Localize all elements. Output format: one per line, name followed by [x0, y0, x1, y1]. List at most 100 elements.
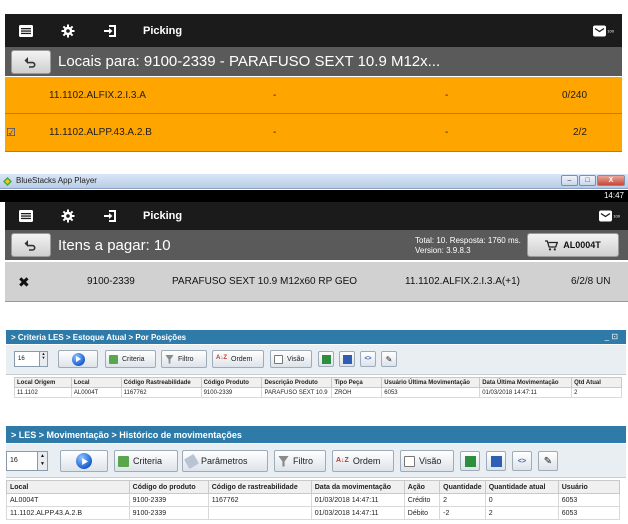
picking-app-topbar: Picking 100 [5, 14, 622, 47]
col-local-origem[interactable]: Local Origem [14, 377, 72, 388]
filter-button[interactable]: Filtro [274, 450, 326, 472]
cell: -2 [439, 506, 486, 520]
sort-az-icon: A↓Z [336, 456, 349, 464]
item-local: 11.1102.ALFIX.2.I.3.A(+1) [405, 276, 520, 287]
window-title: BlueStacks App Player [16, 176, 97, 185]
clock: 14:47 [603, 191, 624, 200]
col-quantidade-atual[interactable]: Quantidade atual [484, 480, 559, 494]
parameters-icon [183, 453, 200, 469]
col-codigo-produto[interactable]: Código Produto [200, 377, 263, 388]
notification-icon[interactable]: 100 [599, 210, 620, 222]
app-title: Picking [143, 24, 183, 37]
cell: 6053 [381, 387, 481, 398]
summary-info: Total: 10. Resposta: 1760 ms. Version: 3… [415, 236, 521, 256]
play-icon [76, 453, 92, 469]
tools-icon[interactable]: ✎ [381, 351, 397, 367]
page-title: Locais para: 9100-2339 - PARAFUSO SEXT 1… [58, 53, 441, 70]
item-row[interactable]: ✖ 9100-2339 PARAFUSO SEXT 10.9 M12x60 RP… [5, 262, 628, 302]
cell: 2 [484, 506, 559, 520]
table-row[interactable]: 11.1102 AL0004T 1167762 9100-2339 PARAFU… [14, 387, 622, 398]
col-usuario[interactable]: Usuário [557, 480, 621, 494]
bluestacks-titlebar[interactable]: BlueStacks App Player – □ X [0, 174, 628, 189]
table-row[interactable]: AL0004T 9100-2339 1167762 01/03/2018 14:… [6, 493, 621, 507]
location-row[interactable]: ☑ 11.1102.ALPP.43.A.2.B - - 2/2 [5, 114, 622, 152]
filter-button[interactable]: Filtro [161, 350, 207, 368]
cell: 9100-2339 [200, 387, 263, 398]
col-codigo-rastreabilidade[interactable]: Código de rastreabilidade [207, 480, 312, 494]
stepper-arrows[interactable]: ▲ ▼ [39, 352, 47, 366]
cell: 2 [571, 387, 622, 398]
row-col2: - [273, 89, 277, 101]
row-col3: - [445, 127, 449, 138]
col-data-movimentacao[interactable]: Data da movimentação [310, 480, 405, 494]
location-row[interactable]: 11.1102.ALFIX.2.I.3.A - - 0/240 [5, 77, 622, 114]
code-icon[interactable]: <> [360, 351, 376, 367]
criteria-button[interactable]: Criteria [114, 450, 178, 472]
item-qty: 6/2/8 UN [571, 276, 611, 287]
close-button[interactable]: X [597, 175, 625, 186]
cart-button[interactable]: AL0004T [527, 233, 619, 257]
menu-list-icon[interactable] [9, 14, 43, 47]
order-button[interactable]: A↓Z Ordem [212, 350, 264, 368]
col-local[interactable]: Local [6, 480, 130, 494]
maximize-button[interactable]: □ [579, 175, 596, 186]
col-acao[interactable]: Ação [403, 480, 441, 494]
save-icon[interactable] [486, 451, 506, 471]
notification-icon[interactable]: 100 [593, 25, 614, 36]
undo-arrow-icon [24, 240, 36, 251]
col-local[interactable]: Local [70, 377, 122, 388]
view-button[interactable]: Visão [270, 350, 312, 368]
cart-icon [545, 239, 559, 250]
row-col3: - [445, 89, 449, 101]
cell: 01/03/2018 14:47:11 [479, 387, 573, 398]
back-button[interactable] [11, 49, 51, 74]
gear-icon[interactable] [51, 202, 85, 230]
col-tipo-peca[interactable]: Tipo Peça [331, 377, 383, 388]
page-size-stepper[interactable]: 16 ▲ ▼ [14, 351, 48, 367]
row-col2: - [273, 127, 277, 138]
order-button[interactable]: A↓Z Ordem [332, 450, 394, 472]
tools-icon[interactable]: ✎ [538, 451, 558, 471]
col-usuario-ultima[interactable]: Usuário Última Movimentação [381, 377, 481, 388]
item-desc: PARAFUSO SEXT 10.9 M12x60 RP GEO [172, 276, 358, 287]
execute-button[interactable] [60, 450, 108, 472]
window-controls[interactable]: _ ⊡ [605, 332, 618, 341]
criteria-button[interactable]: Criteria [105, 350, 156, 368]
export-excel-icon[interactable] [318, 351, 334, 367]
col-qtd-atual[interactable]: Qtd Atual [571, 377, 622, 388]
export-excel-icon[interactable] [460, 451, 480, 471]
save-icon[interactable] [339, 351, 355, 367]
remove-icon[interactable]: ✖ [18, 274, 30, 291]
col-data-ultima[interactable]: Data Última Movimentação [479, 377, 573, 388]
parameters-button[interactable]: Parâmetros [182, 450, 268, 472]
bluestacks-logo-icon [3, 177, 12, 186]
cell: 9100-2339 [128, 493, 209, 507]
view-button[interactable]: Visão [400, 450, 454, 472]
col-codigo-produto[interactable]: Código do produto [128, 480, 209, 494]
page-title: Itens a pagar: 10 [58, 236, 171, 254]
minimize-button[interactable]: – [561, 175, 578, 186]
stepper-arrows[interactable]: ▲ ▼ [37, 452, 47, 470]
cell: PARAFUSO SEXT 10.9 [261, 387, 333, 398]
login-icon[interactable] [93, 14, 127, 47]
menu-list-icon[interactable] [9, 202, 43, 230]
breadcrumb-text: > Criteria LES > Estoque Atual > Por Pos… [11, 332, 187, 342]
cell: Crédito [403, 493, 441, 507]
code-icon[interactable]: <> [512, 451, 532, 471]
back-button[interactable] [11, 233, 51, 257]
grid-header-row: Local Origem Local Código Rastreabilidad… [14, 377, 622, 388]
gear-icon[interactable] [51, 14, 85, 47]
col-quantidade[interactable]: Quantidade [439, 480, 486, 494]
row-check[interactable]: ☑ [6, 126, 16, 139]
col-codigo-rastreabilidade[interactable]: Código Rastreabilidade [120, 377, 202, 388]
sort-az-icon: A↓Z [216, 354, 227, 361]
page-size-stepper[interactable]: 16 ▲ ▼ [6, 451, 48, 471]
summary-total: Total: 10. Resposta: 1760 ms. [415, 236, 521, 245]
col-descricao-produto[interactable]: Descrição Produto [261, 377, 333, 388]
login-icon[interactable] [93, 202, 127, 230]
funnel-icon [165, 354, 174, 364]
cell: AL0004T [70, 387, 122, 398]
table-row[interactable]: 11.1102.ALPP.43.A.2.B 9100-2339 01/03/20… [6, 506, 621, 520]
cart-label: AL0004T [563, 240, 601, 250]
execute-button[interactable] [58, 350, 98, 368]
